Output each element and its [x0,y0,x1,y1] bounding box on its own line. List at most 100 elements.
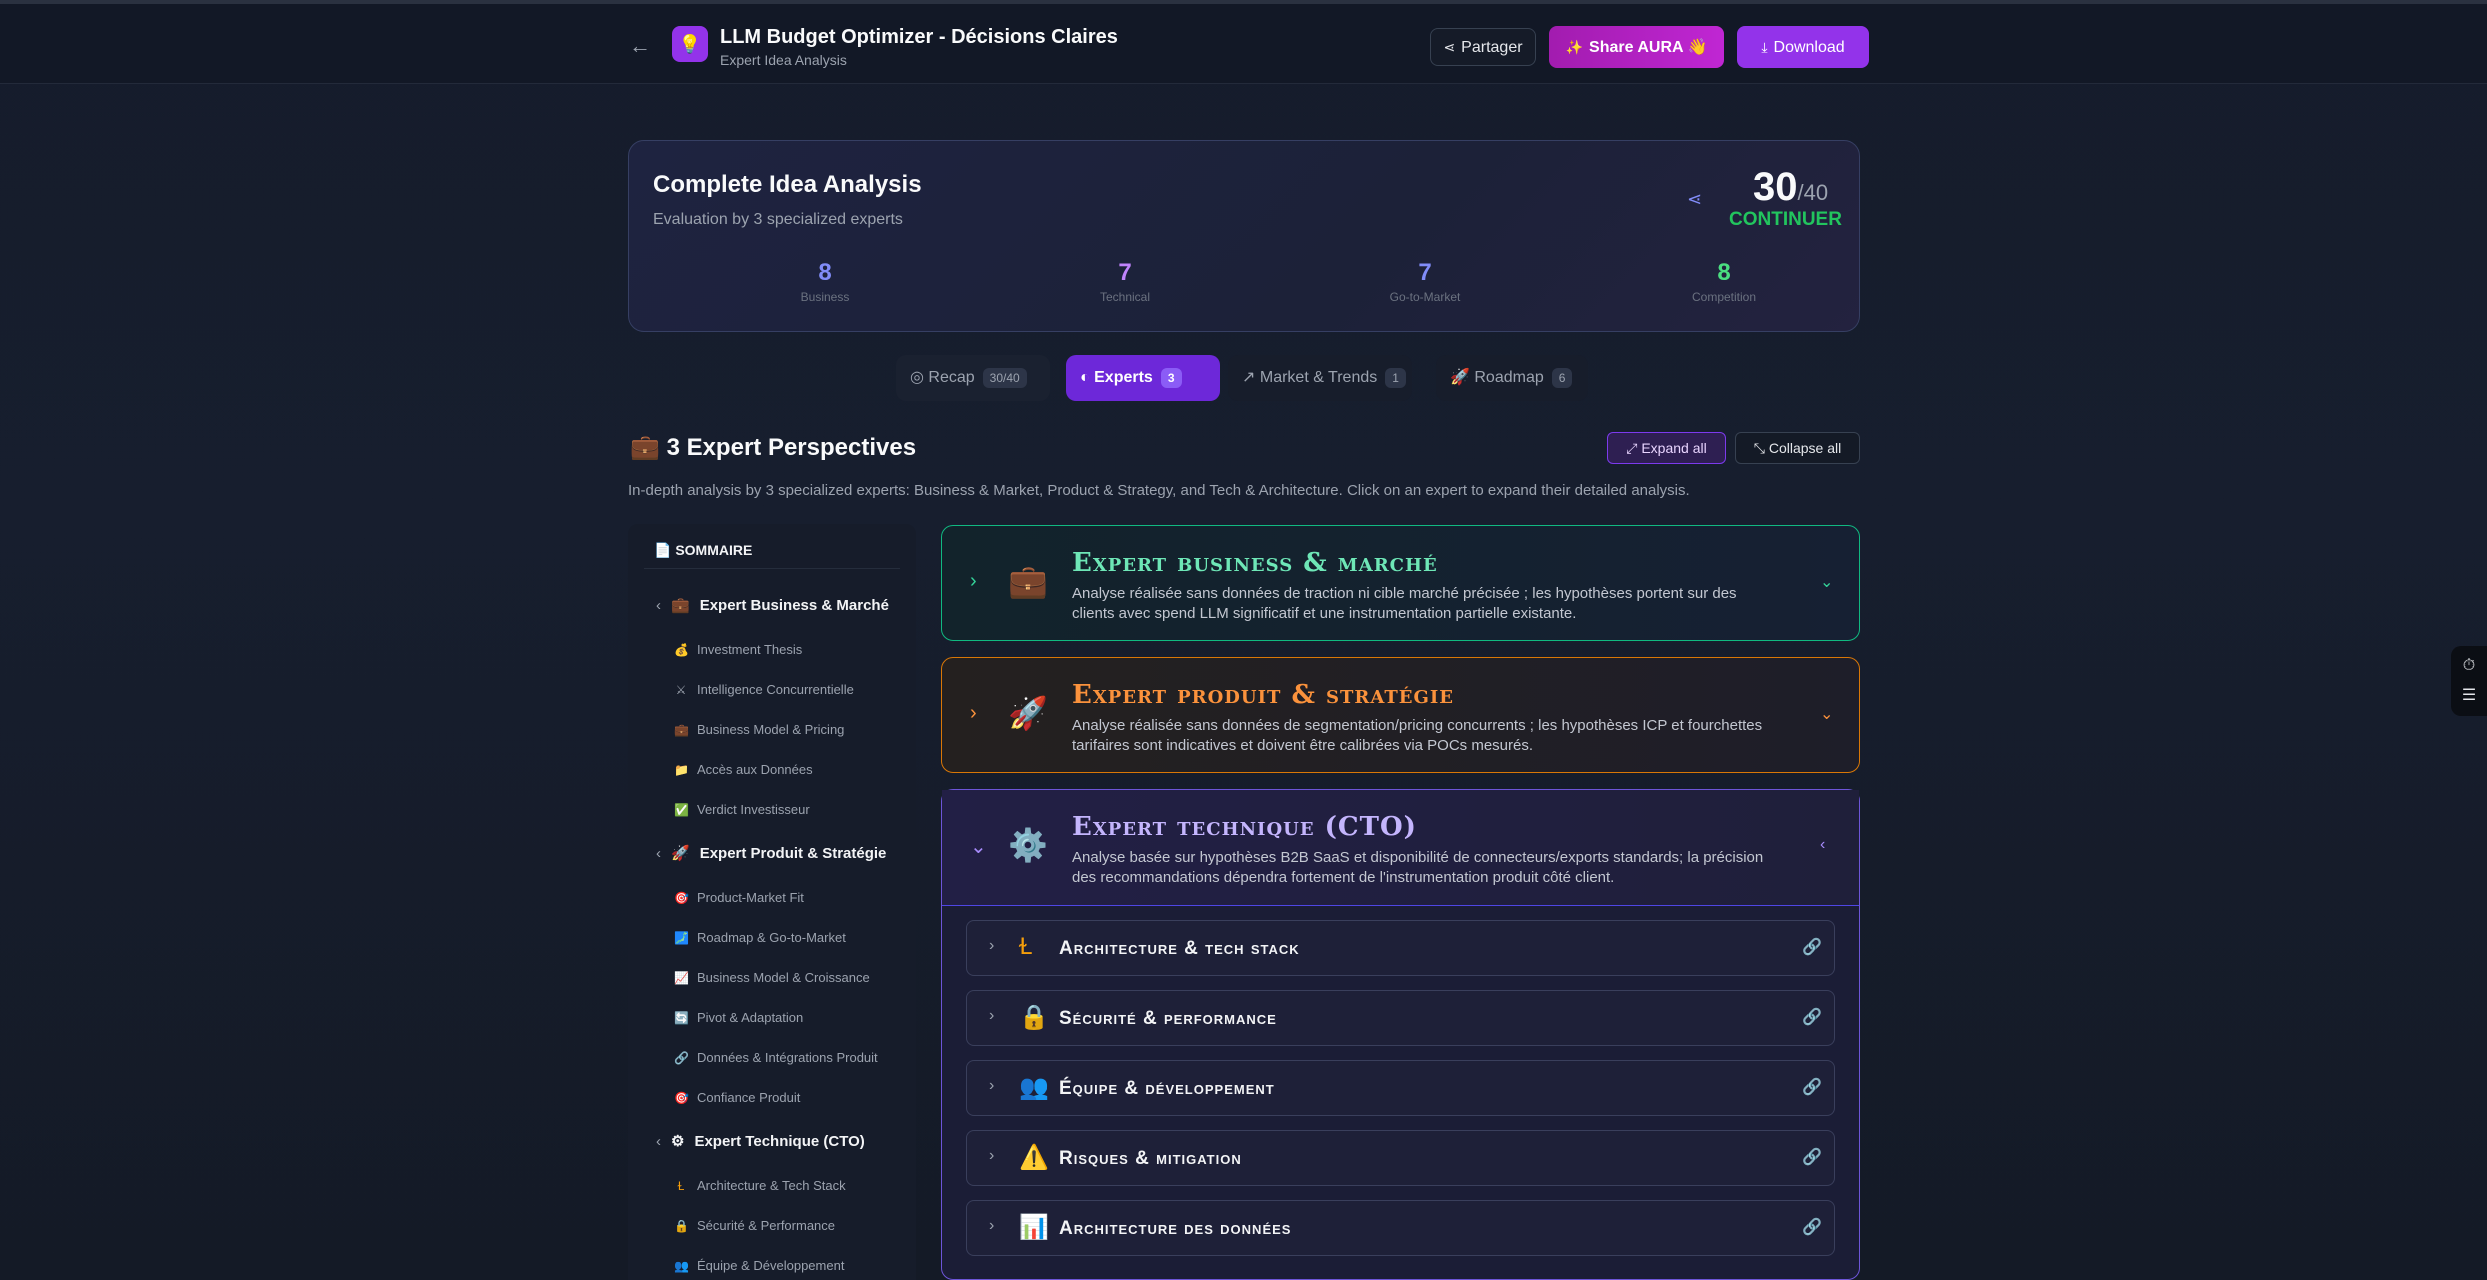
expert-subsection[interactable]: › Ɫ Architecture & tech stack 🔗 [966,920,1835,976]
expert-card-business[interactable]: › 💼 Expert business & marché Analyse réa… [941,525,1860,641]
expert-card-header[interactable]: ⌄ ⚙️ Expert technique (CTO) Analyse basé… [942,790,1859,906]
link-icon[interactable]: 🔗 [1802,937,1822,957]
expert-subsection[interactable]: › ⚠️ Risques & mitigation 🔗 [966,1130,1835,1186]
expert-subsection[interactable]: › 🔒 Sécurité & performance 🔗 [966,990,1835,1046]
repeat-icon: 🔄 [674,1011,689,1025]
rocket-icon: 🚀 [1008,695,1048,731]
toc-group-business[interactable]: ‹ 💼 Expert Business & Marché [656,596,889,614]
toc-item[interactable]: 🔗 Données & Intégrations Produit [674,1050,878,1065]
toc-group-tech[interactable]: ‹ ⚙ Expert Technique (CTO) [656,1132,865,1150]
lightbulb-icon: 💡 [672,26,708,62]
link-icon[interactable]: 🔗 [1802,1077,1822,1097]
app-header: ← 💡 LLM Budget Optimizer - Décisions Cla… [0,4,2487,84]
divider [644,568,900,569]
lock-icon: 🔒 [674,1219,689,1233]
rocket-icon: 🚀 [1450,369,1470,386]
expert-description: Analyse réalisée sans données de tractio… [1072,585,1737,622]
briefcase-icon: 💼 [671,597,690,614]
lock-icon: 🔒 [1019,1004,1049,1031]
tab-badge: 30/40 [982,368,1027,388]
chevron-left-icon: ‹ [656,845,661,862]
collapse-all-label: Collapse all [1768,440,1842,456]
tab-label: Experts [1094,369,1153,386]
toc-group-product[interactable]: ‹ 🚀 Expert Produit & Stratégie [656,844,886,862]
toc-item[interactable]: 🔄 Pivot & Adaptation [674,1010,803,1025]
toc-item-label: Investment Thesis [697,642,803,657]
aura-label: Share AURA [1589,39,1683,56]
tab-market-trends[interactable]: ↗ Market & Trends 1 [1228,355,1412,401]
chevron-left-icon[interactable]: ‹ [1820,836,1825,854]
team-icon: 👥 [1019,1074,1049,1101]
toc-item[interactable]: 🗾 Roadmap & Go-to-Market [674,930,846,945]
toc-item-label: Roadmap & Go-to-Market [697,930,846,945]
toc-item[interactable]: 📁 Accès aux Données [674,762,813,777]
metric-label: Business [800,290,850,304]
toc-item[interactable]: ⚔ Intelligence Concurrentielle [674,682,854,697]
link-icon[interactable]: 🔗 [1802,1217,1822,1237]
toc-item[interactable]: 📈 Business Model & Croissance [674,970,870,985]
settings-sliders-icon[interactable]: ☰ [2451,681,2487,711]
tab-label: Roadmap [1474,369,1544,386]
toc-heading: 📄 SOMMAIRE [654,542,752,559]
collapse-all-button[interactable]: ⤡ Collapse all [1735,432,1860,464]
chevron-right-icon: › [970,570,977,592]
expand-all-button[interactable]: ⤢ Expand all [1607,432,1726,464]
metric-value: 7 [1418,259,1432,286]
warning-icon: ⚠️ [1019,1144,1049,1171]
chevron-left-icon: ‹ [656,1133,661,1150]
tab-recap[interactable]: ◎ Recap 30/40 [896,355,1050,401]
toc-item-label: Données & Intégrations Produit [697,1050,878,1065]
back-arrow-icon[interactable]: ← [628,34,652,58]
download-button[interactable]: ⤓ Download [1737,26,1869,68]
metric-competition: 8 Competition [1624,259,1824,304]
ladder-icon: Ɫ [677,1179,685,1193]
chevron-down-icon[interactable]: ⌄ [1820,704,1833,724]
chevron-right-icon: › [989,937,995,954]
brain-icon: ◐ [1080,369,1090,386]
metric-value: 8 [1717,259,1731,286]
share-button[interactable]: ⋖ Partager [1430,28,1536,66]
score-value: 30 [1753,165,1798,209]
toc-item[interactable]: 💼 Business Model & Pricing [674,722,844,737]
expert-name: Expert produit & stratégie [1072,680,1454,710]
document-icon: 📄 [654,542,672,558]
expert-card-product[interactable]: › 🚀 Expert produit & stratégie Analyse r… [941,657,1860,773]
download-label: Download [1773,39,1845,56]
tab-experts[interactable]: ◐ Experts 3 [1066,355,1220,401]
share-aura-button[interactable]: ✨ Share AURA 👋 [1549,26,1724,68]
toc-item[interactable]: ✅ Verdict Investisseur [674,802,810,817]
swords-icon: ⚔ [675,683,687,697]
subsection-title: Risques & mitigation [1059,1148,1242,1169]
toc-item[interactable]: 👥 Équipe & Développement [674,1258,844,1273]
briefcase-icon: 💼 [630,434,660,461]
toc-item[interactable]: 🔒 Sécurité & Performance [674,1218,835,1233]
chevron-right-icon: › [989,1007,995,1024]
timer-icon[interactable]: ⏱ [2451,651,2487,681]
link-icon[interactable]: 🔗 [1802,1007,1822,1027]
expert-subsection[interactable]: › 👥 Équipe & développement 🔗 [966,1060,1835,1116]
trend-icon: ↗ [1242,369,1256,386]
share-icon[interactable]: ⋖ [1687,189,1702,210]
download-icon: ⤓ [1761,39,1768,55]
chevron-down-icon[interactable]: ⌄ [1820,572,1833,592]
floating-toolbar: ⏱ ☰ [2451,646,2487,716]
tab-roadmap[interactable]: 🚀 Roadmap 6 [1436,355,1588,401]
chevron-left-icon: ‹ [656,597,661,614]
folder-icon: 📁 [674,763,689,777]
checkbox-icon: ✅ [674,803,689,817]
expert-name: Expert technique (CTO) [1072,812,1417,842]
toc-item-label: Business Model & Croissance [697,970,870,985]
toc-item-label: Business Model & Pricing [697,722,845,737]
toc-item[interactable]: Ɫ Architecture & Tech Stack [674,1178,846,1193]
chevron-right-icon: › [989,1077,995,1094]
subsection-title: Architecture & tech stack [1059,938,1300,959]
link-icon[interactable]: 🔗 [1802,1147,1822,1167]
sparkle-icon: ✨ [1565,39,1584,55]
toc-item[interactable]: 🎯 Product-Market Fit [674,890,804,905]
toc-item-label: Intelligence Concurrentielle [697,682,854,697]
section-title: 💼 3 Expert Perspectives [630,433,916,462]
toc-item[interactable]: 🎯 Confiance Produit [674,1090,800,1105]
verdict-badge: CONTINUER [1729,209,1842,230]
expert-subsection[interactable]: › 📊 Architecture des données 🔗 [966,1200,1835,1256]
toc-item[interactable]: 💰 Investment Thesis [674,642,802,657]
